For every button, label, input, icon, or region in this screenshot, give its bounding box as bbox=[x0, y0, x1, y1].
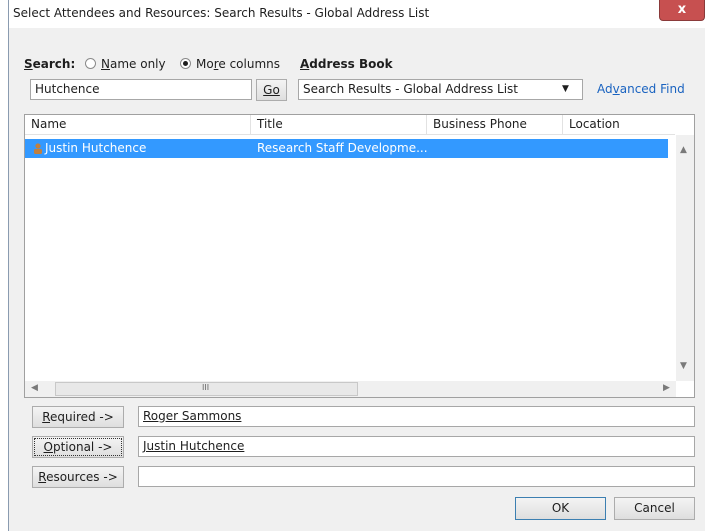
scroll-left-icon[interactable]: ◀ bbox=[31, 383, 38, 393]
required-button[interactable]: Required -> bbox=[32, 406, 124, 428]
horizontal-scroll-thumb[interactable]: III bbox=[55, 382, 358, 396]
background-window-edge bbox=[0, 0, 8, 531]
person-icon bbox=[33, 143, 43, 154]
close-button[interactable]: x bbox=[659, 0, 705, 21]
resources-button[interactable]: Resources -> bbox=[32, 466, 124, 488]
required-field[interactable]: Roger Sammons bbox=[138, 406, 695, 427]
scroll-up-icon[interactable]: ▲ bbox=[680, 145, 687, 155]
results-header: Name Title Business Phone Location bbox=[25, 115, 675, 135]
ok-button[interactable]: OK bbox=[515, 497, 606, 520]
chevron-down-icon[interactable]: ▼ bbox=[562, 84, 569, 94]
search-input[interactable]: Hutchence bbox=[30, 79, 252, 100]
close-icon: x bbox=[677, 2, 687, 17]
address-book-label: Address Book bbox=[300, 57, 393, 71]
cancel-button[interactable]: Cancel bbox=[614, 497, 695, 520]
scroll-right-icon[interactable]: ▶ bbox=[663, 383, 670, 393]
resources-field[interactable] bbox=[138, 466, 695, 487]
scroll-down-icon[interactable]: ▼ bbox=[680, 361, 687, 371]
optional-field[interactable]: Justin Hutchence bbox=[138, 436, 695, 457]
optional-button[interactable]: Optional -> bbox=[32, 436, 124, 458]
row-name: Justin Hutchence bbox=[45, 141, 147, 155]
more-columns-label[interactable]: More columns bbox=[196, 57, 280, 71]
title-bar: Select Attendees and Resources: Search R… bbox=[9, 0, 705, 28]
optional-recipient[interactable]: Justin Hutchence bbox=[143, 439, 244, 453]
vertical-scrollbar[interactable]: ▲ ▼ bbox=[676, 135, 694, 381]
column-header-title[interactable]: Title bbox=[251, 115, 427, 134]
search-label: Search: bbox=[24, 57, 76, 71]
go-button[interactable]: Go bbox=[256, 79, 287, 101]
more-columns-radio[interactable] bbox=[180, 58, 191, 69]
row-title: Research Staff Developme... bbox=[257, 141, 428, 155]
address-book-dropdown[interactable]: Search Results - Global Address List bbox=[298, 79, 583, 100]
column-header-name[interactable]: Name bbox=[25, 115, 251, 134]
table-row[interactable]: Justin Hutchence Research Staff Developm… bbox=[25, 139, 668, 158]
advanced-find-link[interactable]: Advanced Find bbox=[597, 82, 685, 96]
window-title: Select Attendees and Resources: Search R… bbox=[13, 6, 430, 20]
name-only-label[interactable]: Name only bbox=[101, 57, 166, 71]
name-only-radio[interactable] bbox=[85, 58, 96, 69]
address-book-selected: Search Results - Global Address List bbox=[303, 82, 519, 96]
thumb-grip: III bbox=[202, 383, 210, 392]
required-recipient[interactable]: Roger Sammons bbox=[143, 409, 241, 423]
column-header-business-phone[interactable]: Business Phone bbox=[427, 115, 563, 134]
column-header-location[interactable]: Location bbox=[563, 115, 675, 134]
